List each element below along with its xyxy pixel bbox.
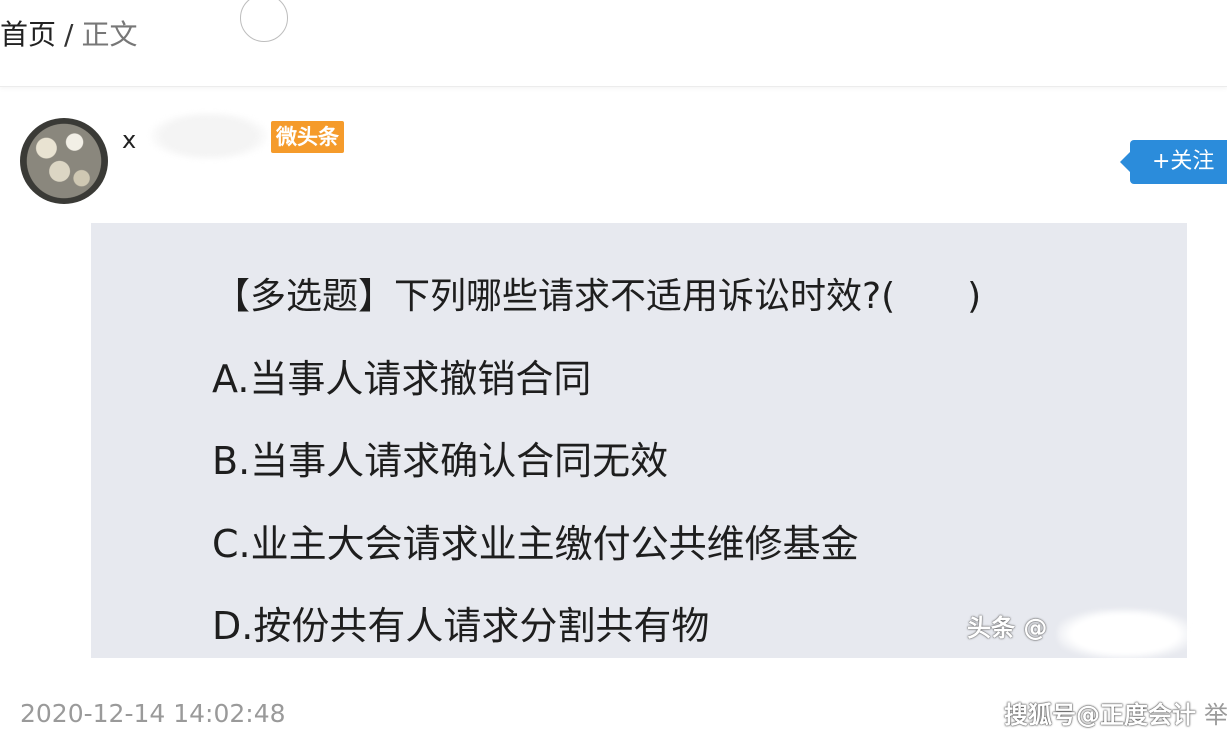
breadcrumb: 首页 / 正文 <box>0 15 137 55</box>
article-page: 首页 / 正文 x 微头条 +关注 【多选题】下列哪些请求不适用诉讼时效?( ) A… <box>0 0 1227 740</box>
avatar[interactable] <box>20 118 108 204</box>
option-d: D.按份共有人请求分割共有物 <box>212 604 710 648</box>
source-watermark: 搜狐号@正度会计 <box>1004 701 1196 729</box>
weitoutiao-badge: 微头条 <box>271 121 344 153</box>
publish-timestamp: 2020-12-14 14:02:48 <box>20 699 286 728</box>
report-link[interactable]: 举 <box>1204 697 1227 733</box>
option-c: C.业主大会请求业主缴付公共维修基金 <box>212 522 859 566</box>
image-watermark: 头条 @ <box>967 614 1048 642</box>
top-bar: 首页 / 正文 <box>0 0 1227 87</box>
option-b: B.当事人请求确认合同无效 <box>212 439 669 483</box>
follow-button[interactable]: +关注 <box>1120 140 1227 184</box>
option-a: A.当事人请求撤销合同 <box>212 357 592 401</box>
question-title: 【多选题】下列哪些请求不适用诉讼时效?( ) <box>214 276 982 317</box>
author-name[interactable]: x <box>122 122 136 158</box>
name-redaction <box>150 112 268 160</box>
article-image[interactable]: 【多选题】下列哪些请求不适用诉讼时效?( ) A.当事人请求撤销合同 B.当事人… <box>91 223 1193 659</box>
circle-icon[interactable] <box>240 0 288 42</box>
watermark-redaction <box>1057 609 1193 659</box>
breadcrumb-separator: / <box>64 18 74 51</box>
breadcrumb-home-link[interactable]: 首页 <box>0 18 56 51</box>
breadcrumb-current: 正文 <box>81 18 138 51</box>
